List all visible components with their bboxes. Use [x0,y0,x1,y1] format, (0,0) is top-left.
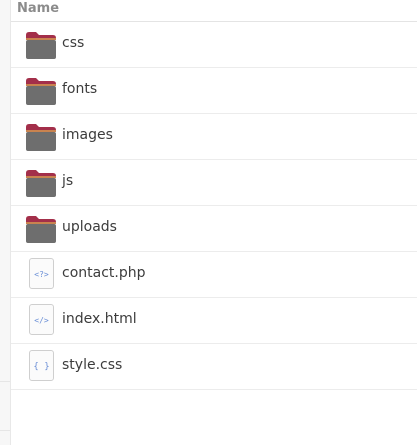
item-name: contact.php [62,265,146,281]
file-glyph: { } [33,362,49,372]
list-item-file-style-css[interactable]: { } style.css [11,344,417,390]
folder-icon [26,124,56,151]
list-item-folder-images[interactable]: images [11,114,417,160]
file-list: css fonts images js uploads <?> contact.… [11,22,417,390]
html-file-icon: </> [29,304,54,335]
list-item-folder-uploads[interactable]: uploads [11,206,417,252]
file-glyph: <?> [34,270,49,279]
item-name: style.css [62,357,123,373]
file-browser-window: Name css fonts images js uploads <?> con… [0,0,417,445]
item-name: index.html [62,311,137,327]
list-item-file-index-html[interactable]: </> index.html [11,298,417,344]
file-glyph: </> [34,316,49,325]
sidebar-divider [0,381,10,382]
item-name: uploads [62,219,117,235]
item-name: css [62,35,85,51]
sidebar-divider [0,430,10,431]
item-name: js [62,173,74,189]
folder-icon [26,170,56,197]
list-item-file-contact-php[interactable]: <?> contact.php [11,252,417,298]
css-file-icon: { } [29,350,54,381]
column-header-name[interactable]: Name [11,0,417,22]
item-name: fonts [62,81,98,97]
php-file-icon: <?> [29,258,54,289]
column-header-label: Name [17,1,60,16]
folder-icon [26,78,56,105]
folder-icon [26,216,56,243]
sidebar-edge [0,0,11,445]
folder-icon [26,32,56,59]
list-item-folder-css[interactable]: css [11,22,417,68]
item-name: images [62,127,113,143]
list-item-folder-fonts[interactable]: fonts [11,68,417,114]
list-item-folder-js[interactable]: js [11,160,417,206]
